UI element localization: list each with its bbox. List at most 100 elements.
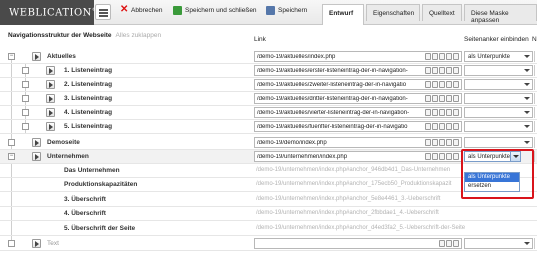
tab-quelltext[interactable]: Quelltext — [422, 4, 462, 21]
link-input[interactable]: /demo-19/unternehmen/index.php — [254, 151, 462, 162]
nav-row-listeneintrag-1: 1. Listeneintrag /demo-19/aktuelles/erst… — [0, 64, 537, 78]
link-input[interactable]: /demo-19/aktuelles/vierter-listeneintrag… — [254, 107, 462, 118]
anchor-row-3-ueberschrift: 3. Überschrift /demo-19/unternehmen/inde… — [0, 193, 537, 207]
pick-icon[interactable] — [432, 123, 438, 130]
pick-icon[interactable] — [432, 53, 438, 60]
collapse-toggle[interactable] — [22, 95, 29, 102]
pick-icon[interactable] — [432, 153, 438, 160]
anchor-select[interactable] — [464, 65, 533, 76]
menu-icon[interactable] — [95, 4, 111, 20]
delete-icon[interactable] — [446, 53, 452, 60]
tab-maske-anpassen[interactable]: Diese Maske anpassen — [464, 4, 537, 24]
delete-icon[interactable] — [446, 123, 452, 130]
search-icon[interactable] — [453, 53, 459, 60]
edit-icon[interactable] — [425, 109, 431, 116]
anchor-select[interactable] — [464, 121, 533, 132]
copy-icon[interactable] — [439, 123, 445, 130]
delete-icon[interactable] — [446, 109, 452, 116]
link-input[interactable] — [254, 238, 462, 249]
anchor-select[interactable] — [464, 137, 533, 148]
expand-arrow-icon[interactable] — [32, 138, 41, 147]
anchor-select[interactable] — [464, 93, 533, 104]
expand-arrow-icon[interactable] — [46, 80, 55, 89]
edit-icon[interactable] — [425, 139, 431, 146]
delete-icon[interactable] — [446, 67, 452, 74]
search-icon[interactable] — [453, 81, 459, 88]
delete-icon[interactable] — [446, 139, 452, 146]
copy-icon[interactable] — [439, 153, 445, 160]
delete-icon[interactable] — [446, 95, 452, 102]
link-tools — [425, 53, 459, 60]
collapse-toggle[interactable] — [8, 240, 15, 247]
nav-row-label: 3. Listeneintrag — [64, 95, 113, 102]
edit-icon[interactable] — [425, 153, 431, 160]
tab-entwurf[interactable]: Entwurf — [322, 4, 364, 25]
edit-icon[interactable] — [425, 81, 431, 88]
tab-eigenschaften[interactable]: Eigenschaften — [366, 4, 420, 21]
copy-icon[interactable] — [439, 53, 445, 60]
nav-row-listeneintrag-2: 2. Listeneintrag /demo-19/aktuelles/zwei… — [0, 78, 537, 92]
search-icon[interactable] — [453, 109, 459, 116]
search-icon[interactable] — [453, 123, 459, 130]
search-icon[interactable] — [453, 67, 459, 74]
link-input[interactable]: /demo-19/aktuelles/zweiter-listeneintrag… — [254, 79, 462, 90]
link-input[interactable]: /demo-19/demo/index.php — [254, 137, 462, 148]
expand-arrow-icon[interactable] — [46, 108, 55, 117]
edit-icon[interactable] — [425, 123, 431, 130]
collapse-all-link[interactable]: Alles zuklappen — [116, 32, 162, 39]
delete-icon[interactable] — [446, 240, 452, 247]
copy-icon[interactable] — [439, 139, 445, 146]
anchor-select[interactable] — [464, 79, 533, 90]
anchor-label: Das Unternehmen — [64, 167, 120, 174]
expand-arrow-icon[interactable] — [46, 66, 55, 75]
anchor-select[interactable]: als Unterpunkte — [464, 51, 533, 62]
expand-arrow-icon[interactable] — [32, 152, 41, 161]
link-input[interactable]: /demo-19/aktuelles/index.php — [254, 51, 462, 62]
delete-icon[interactable] — [446, 153, 452, 160]
save-button[interactable]: Speichern — [266, 6, 307, 15]
edit-icon[interactable] — [425, 53, 431, 60]
section-header: Navigationsstruktur der Webseite Alles zu… — [8, 32, 161, 39]
copy-icon[interactable] — [439, 67, 445, 74]
search-icon[interactable] — [453, 95, 459, 102]
search-icon[interactable] — [453, 153, 459, 160]
cancel-button[interactable]: ✕ Abbrechen — [120, 4, 163, 15]
copy-icon[interactable] — [439, 95, 445, 102]
collapse-toggle[interactable]: − — [8, 53, 15, 60]
pick-icon[interactable] — [432, 81, 438, 88]
anchor-select[interactable] — [464, 238, 533, 249]
close-icon: ✕ — [120, 4, 129, 15]
save-close-button[interactable]: Speichern und schließen — [173, 6, 257, 15]
pick-icon[interactable] — [439, 240, 445, 247]
link-input[interactable]: /demo-19/aktuelles/fuenfter-listeneintra… — [254, 121, 462, 132]
logo-text: WEBLICATION — [9, 7, 92, 19]
edit-icon[interactable] — [425, 67, 431, 74]
copy-icon[interactable] — [439, 109, 445, 116]
delete-icon[interactable] — [446, 81, 452, 88]
cancel-label: Abbrechen — [131, 7, 163, 14]
expand-arrow-icon[interactable] — [32, 52, 41, 61]
link-tools — [439, 240, 459, 247]
anchor-select[interactable] — [464, 107, 533, 118]
search-icon[interactable] — [453, 240, 459, 247]
link-input[interactable]: /demo-19/aktuelles/erster-listeneintrag-… — [254, 65, 462, 76]
expand-arrow-icon[interactable] — [46, 122, 55, 131]
pick-icon[interactable] — [432, 139, 438, 146]
link-tools — [425, 153, 459, 160]
pick-icon[interactable] — [432, 95, 438, 102]
tab-quelltext-label: Quelltext — [429, 10, 455, 17]
copy-icon[interactable] — [439, 81, 445, 88]
edit-icon[interactable] — [425, 95, 431, 102]
pick-icon[interactable] — [432, 109, 438, 116]
collapse-toggle[interactable] — [22, 67, 29, 74]
expand-arrow-icon[interactable] — [46, 94, 55, 103]
expand-arrow-icon[interactable] — [32, 239, 41, 248]
collapse-toggle[interactable] — [8, 139, 15, 146]
collapse-toggle[interactable] — [22, 123, 29, 130]
collapse-toggle[interactable]: − — [8, 153, 15, 160]
search-icon[interactable] — [453, 139, 459, 146]
collapse-toggle[interactable] — [22, 81, 29, 88]
pick-icon[interactable] — [432, 67, 438, 74]
link-input[interactable]: /demo-19/aktuelles/dritter-listeneintrag… — [254, 93, 462, 104]
collapse-toggle[interactable] — [22, 109, 29, 116]
